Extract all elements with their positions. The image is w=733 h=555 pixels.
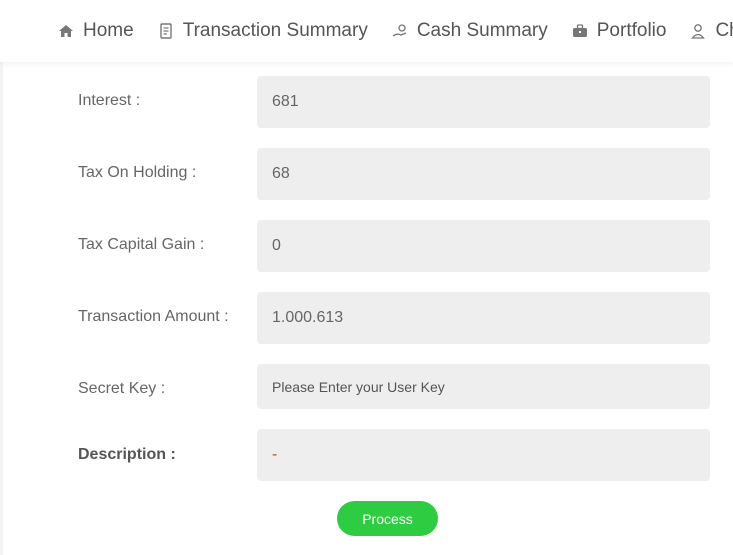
process-button[interactable]: Process (337, 501, 438, 536)
secret-key-input[interactable] (257, 364, 710, 409)
interest-field: 681 (257, 76, 710, 128)
home-icon (58, 23, 74, 39)
user-icon (690, 23, 706, 39)
nav-item-label: Portfolio (596, 20, 667, 41)
nav-item-label: Ch (715, 20, 733, 41)
description-label: Description : (78, 446, 176, 463)
nav-item-label: Home (83, 20, 134, 41)
tax-capital-gain-field: 0 (257, 220, 710, 272)
nav-menu: Home Transaction Summary Cash Summary Po… (58, 0, 733, 62)
briefcase-icon (572, 23, 588, 39)
interest-label: Interest : (78, 92, 141, 109)
secret-key-label: Secret Key : (78, 380, 166, 397)
transaction-form-panel: Interest : 681 Tax On Holding : 68 Tax C… (3, 62, 733, 555)
receipt-icon (158, 23, 174, 39)
nav-item-label: Transaction Summary (182, 20, 368, 41)
nav-item-transaction-summary[interactable]: Transaction Summary (158, 20, 368, 42)
transaction-amount-label: Transaction Amount : (78, 308, 229, 325)
nav-item-portfolio[interactable]: Portfolio (572, 20, 667, 42)
transaction-amount-field: 1.000.613 (257, 292, 710, 344)
tax-on-holding-label: Tax On Holding : (78, 164, 197, 181)
top-navbar: Home Transaction Summary Cash Summary Po… (0, 0, 733, 62)
cash-hand-icon (392, 23, 408, 39)
tax-on-holding-field: 68 (257, 148, 710, 200)
nav-item-label: Cash Summary (416, 20, 548, 41)
tax-capital-gain-label: Tax Capital Gain : (78, 236, 205, 253)
nav-item-ch[interactable]: Ch (690, 20, 733, 42)
nav-item-cash-summary[interactable]: Cash Summary (392, 20, 548, 42)
description-field: - (257, 429, 710, 481)
nav-item-home[interactable]: Home (58, 20, 134, 42)
